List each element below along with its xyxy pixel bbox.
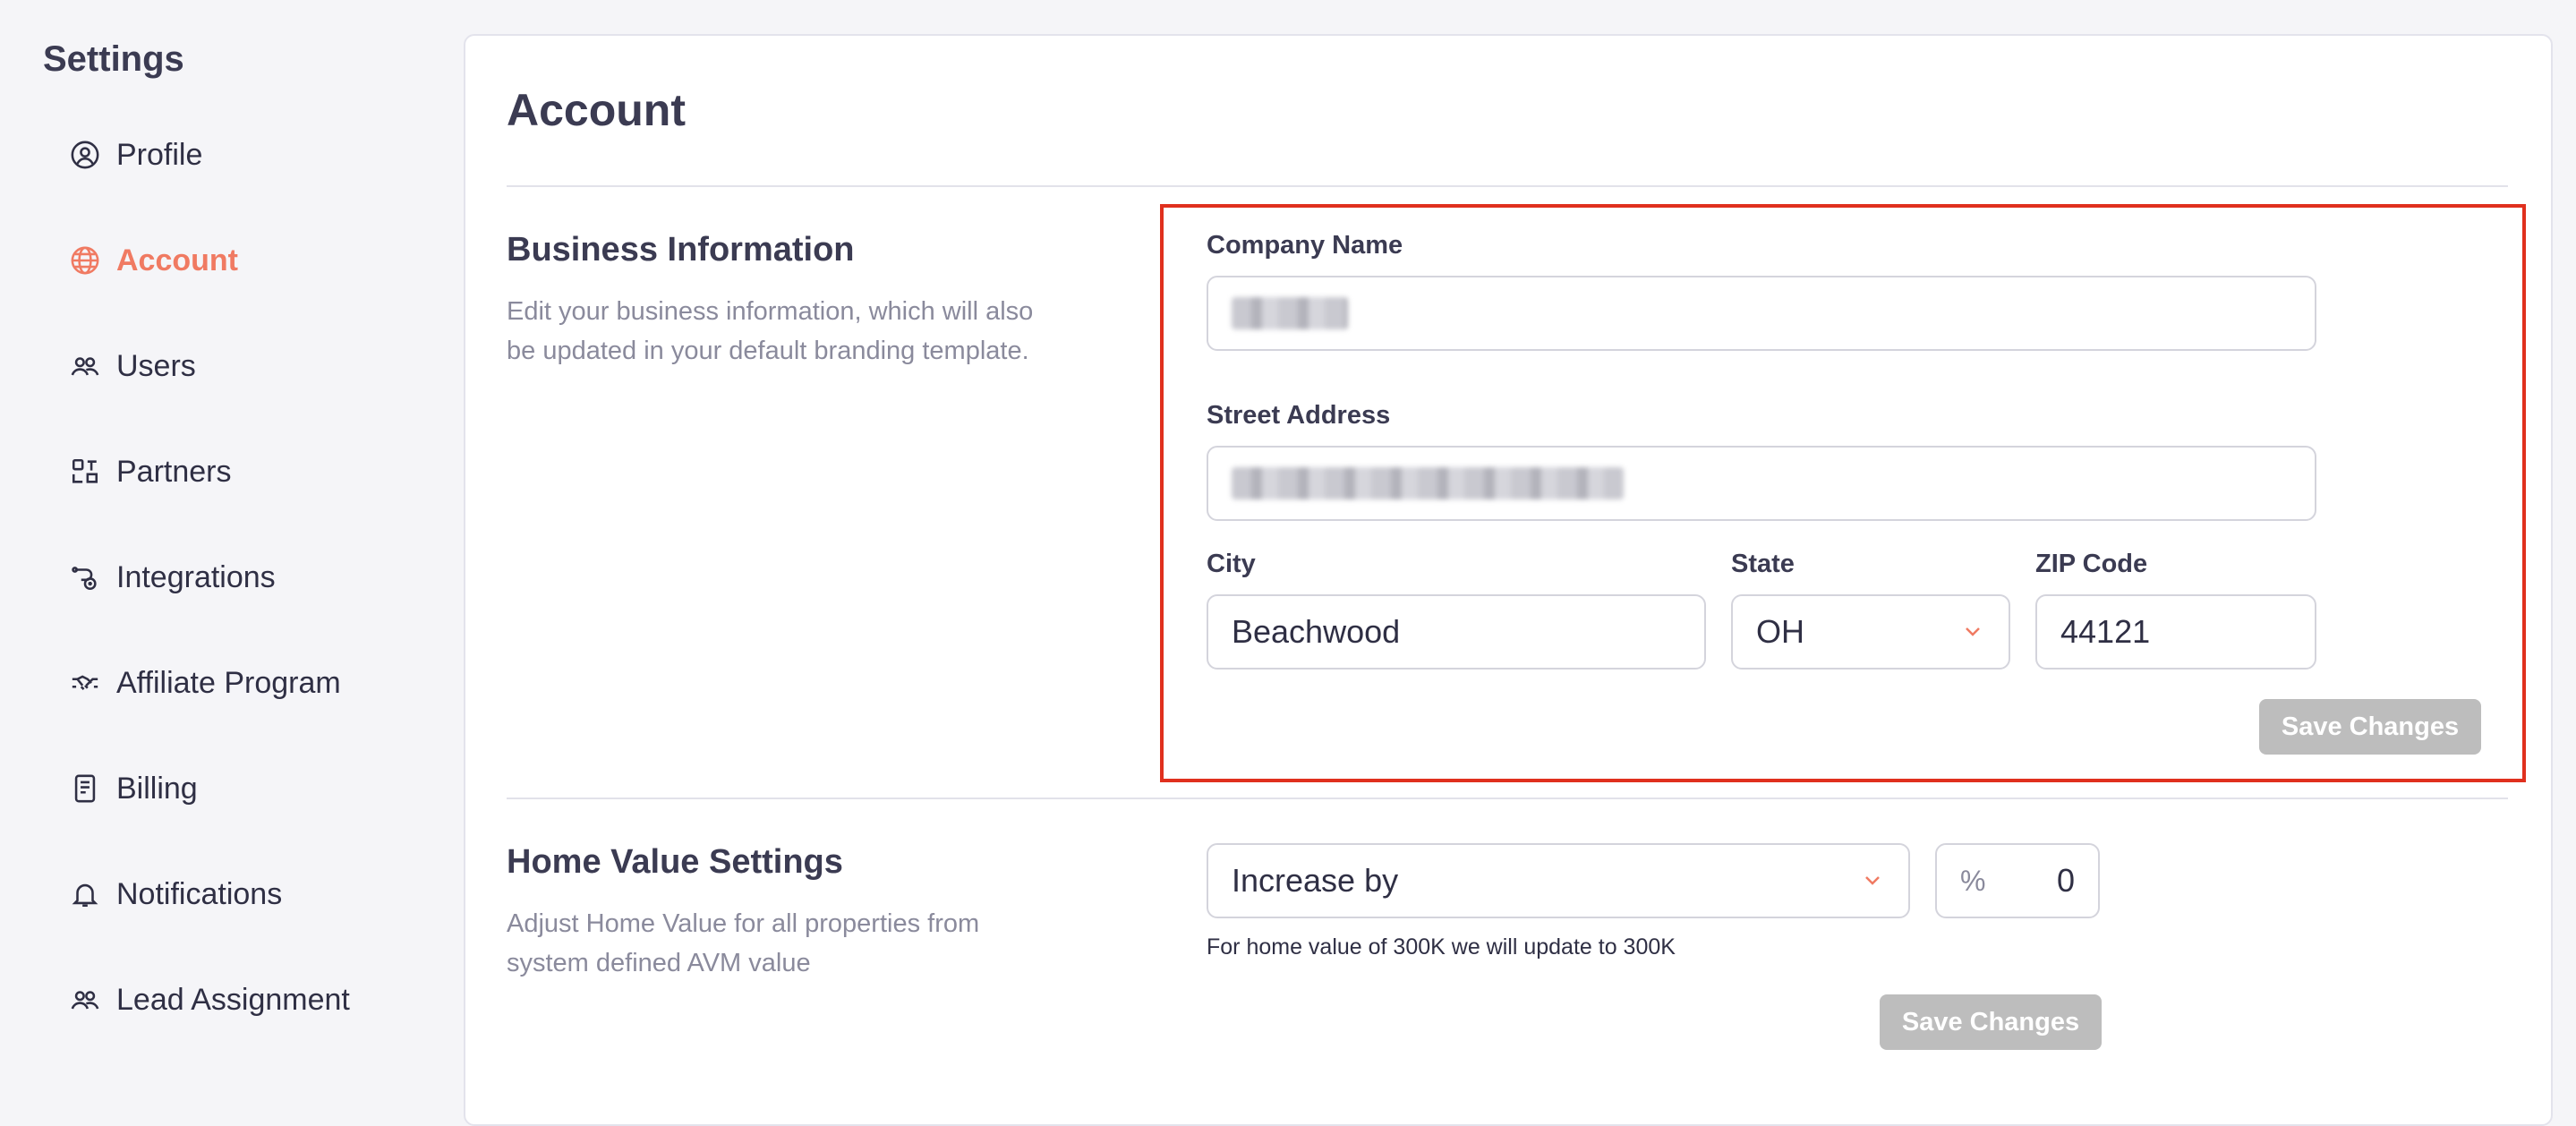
company-name-label: Company Name [1207,231,1403,260]
integrations-icon [70,562,100,593]
sidebar-title: Settings [43,39,184,79]
city-label: City [1207,550,1256,578]
state-value: OH [1756,613,1804,650]
users-icon [70,351,100,381]
redacted-company-name [1232,297,1348,329]
percent-value: 0 [2056,862,2075,899]
state-label: State [1731,550,1795,578]
sidebar-item-label: Billing [116,771,198,806]
home-value-hint: For home value of 300K we will update to… [1207,934,1676,960]
sidebar-item-affiliate-program[interactable]: Affiliate Program [70,656,341,710]
adjustment-mode-value: Increase by [1232,862,1399,899]
sidebar-item-label: Profile [116,137,203,172]
sidebar-item-label: Users [116,348,196,383]
sidebar-item-users[interactable]: Users [70,339,196,393]
divider [507,185,2508,187]
percent-symbol: % [1960,864,1986,897]
business-section-description: Edit your business information, which wi… [507,297,1034,365]
sidebar-item-label: Notifications [116,876,283,911]
sidebar: Settings Profile Account Users Partners … [0,0,456,1094]
sidebar-item-integrations[interactable]: Integrations [70,550,276,604]
home-value-section-title: Home Value Settings [507,843,843,881]
city-field[interactable]: Beachwood [1207,594,1706,670]
chevron-down-icon [1865,876,1880,885]
partners-icon [70,456,100,487]
street-address-field[interactable] [1207,446,2316,521]
sidebar-item-notifications[interactable]: Notifications [70,867,282,921]
home-value-section-description: Adjust Home Value for all properties fro… [507,909,980,977]
document-icon [70,773,100,804]
zip-code-field[interactable]: 44121 [2035,594,2316,670]
business-save-button[interactable]: Save Changes [2259,699,2481,755]
zip-code-label: ZIP Code [2035,550,2148,578]
sidebar-item-label: Partners [116,454,232,489]
sidebar-item-partners[interactable]: Partners [70,445,232,499]
user-circle-icon [70,140,100,170]
home-value-save-button[interactable]: Save Changes [1880,994,2102,1050]
sidebar-item-billing[interactable]: Billing [70,762,198,815]
adjustment-mode-select[interactable]: Increase by [1207,843,1910,918]
sidebar-item-lead-assignment[interactable]: Lead Assignment [70,973,350,1027]
sidebar-item-label: Account [116,243,238,277]
redacted-street-address [1232,467,1624,499]
state-select[interactable]: OH [1731,594,2010,670]
handshake-icon [70,668,100,698]
sidebar-item-label: Integrations [116,559,276,594]
sidebar-item-label: Lead Assignment [116,982,350,1017]
chevron-down-icon [1966,627,1980,636]
street-address-label: Street Address [1207,401,1391,430]
percent-field[interactable]: % 0 [1935,843,2100,918]
users-icon [70,985,100,1015]
page-title: Account [507,85,686,135]
sidebar-item-label: Affiliate Program [116,665,341,700]
company-name-field[interactable] [1207,276,2316,351]
business-section-title: Business Information [507,231,855,269]
sidebar-item-account[interactable]: Account [70,234,238,287]
globe-icon [70,245,100,276]
divider [507,798,2508,799]
sidebar-item-profile[interactable]: Profile [70,128,202,182]
bell-icon [70,879,100,909]
